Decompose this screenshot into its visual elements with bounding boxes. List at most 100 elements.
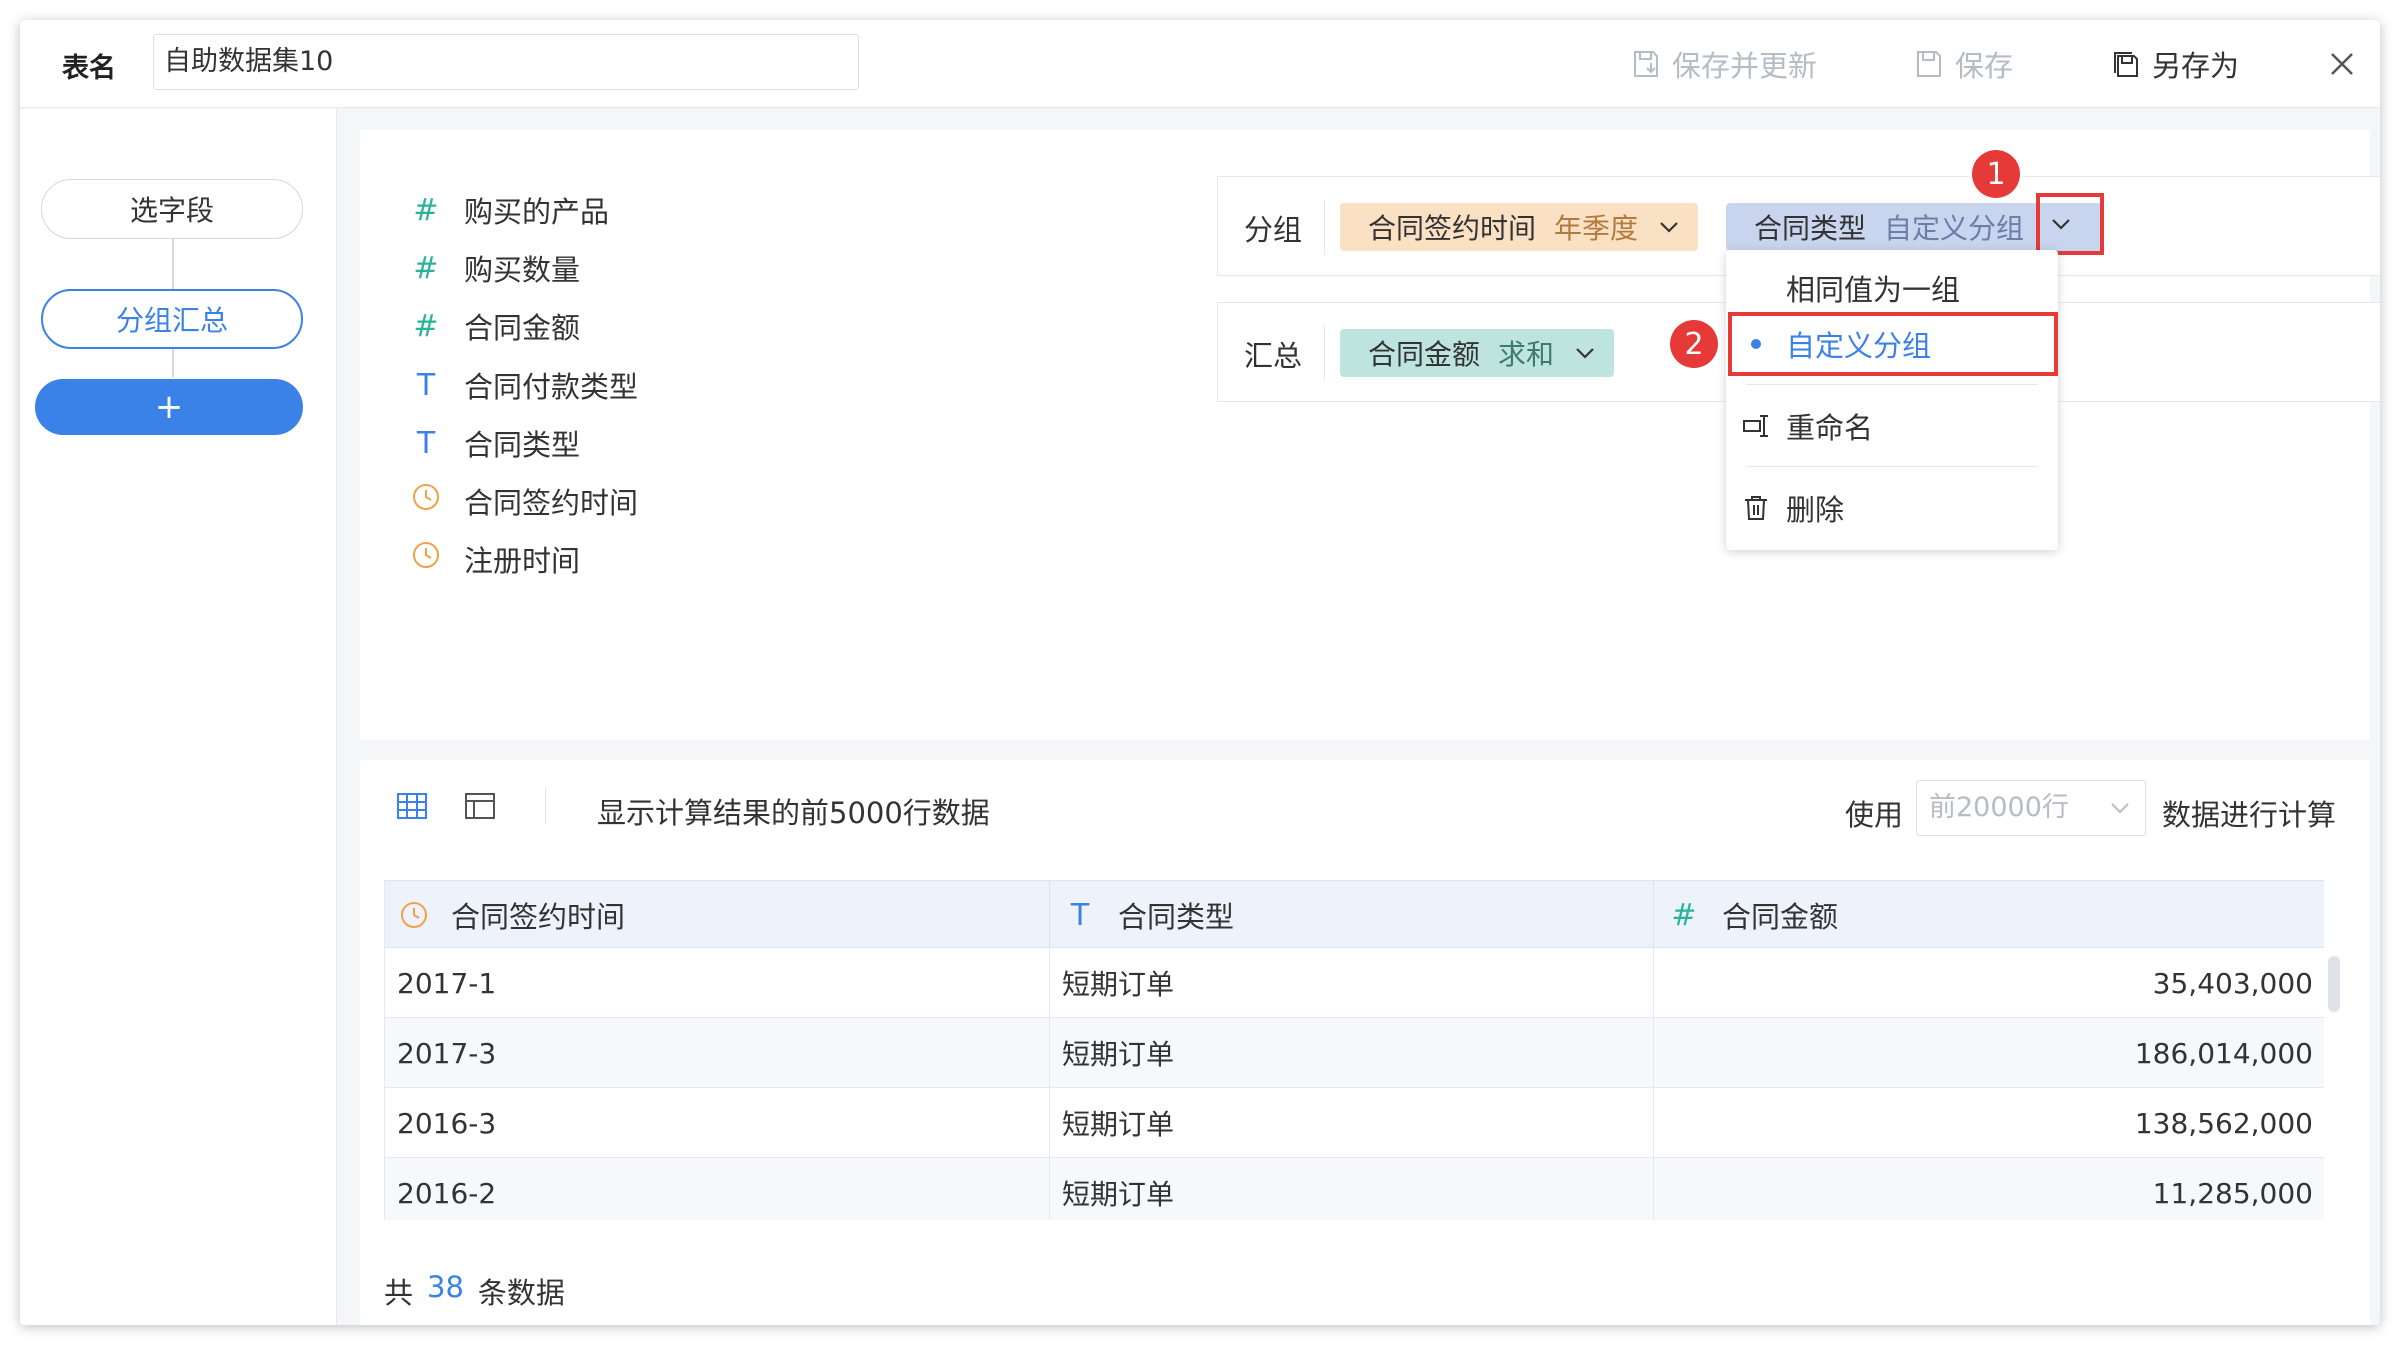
- zone-divider: [1324, 325, 1325, 381]
- field-name: 合同金额: [464, 311, 581, 345]
- clock-icon: [410, 482, 442, 520]
- number-field-icon: #: [1671, 897, 1697, 933]
- step-select-fields[interactable]: 选字段: [41, 179, 303, 239]
- clock-icon: [401, 902, 427, 928]
- table-row: 2016-3 短期订单 138,562,000: [385, 1088, 2324, 1158]
- column-header[interactable]: # 合同金额: [1654, 881, 2324, 949]
- field-name: 注册时间: [464, 544, 581, 578]
- save-as-button[interactable]: 另存为: [2110, 42, 2239, 86]
- text-field-icon: T: [416, 367, 436, 403]
- chevron-down-icon[interactable]: [1572, 340, 1598, 366]
- column-header-label: 合同类型: [1118, 900, 1235, 934]
- menu-item-delete[interactable]: 删除: [1726, 480, 2058, 536]
- table-cell: 短期订单: [1050, 1018, 1654, 1088]
- chip-name: 合同类型: [1754, 212, 1867, 245]
- header-bar: 表名 自助数据集10 保存并更新 保存 另存为: [20, 20, 2380, 108]
- field-item[interactable]: 合同签约时间: [410, 481, 638, 521]
- step-badge-2: 2: [1670, 320, 1718, 368]
- save-and-update-label: 保存并更新: [1672, 49, 1818, 83]
- chevron-down-icon[interactable]: [1656, 214, 1682, 240]
- menu-divider: [1746, 466, 2038, 467]
- field-item[interactable]: T 合同付款类型: [410, 365, 638, 405]
- menu-item-label: 删除: [1786, 493, 1845, 527]
- field-name: 合同签约时间: [464, 486, 639, 520]
- column-header[interactable]: T 合同类型: [1050, 881, 1654, 949]
- toolbar-divider: [545, 788, 546, 824]
- data-preview-panel: 显示计算结果的前5000行数据 使用 前20000行 数据进行计算 合同签约时间…: [360, 760, 2370, 1325]
- step-sidebar: 选字段 分组汇总 +: [20, 109, 337, 1325]
- row-limit-placeholder: 前20000行: [1929, 792, 2069, 823]
- zone-divider: [1324, 199, 1325, 255]
- text-field-icon: T: [416, 425, 436, 461]
- column-header-label: 合同金额: [1722, 900, 1839, 934]
- menu-item-same-value[interactable]: 相同值为一组: [1726, 260, 2058, 316]
- field-name: 合同付款类型: [464, 370, 639, 404]
- column-header-label: 合同签约时间: [451, 900, 626, 934]
- save-update-icon: [1634, 51, 1658, 77]
- step-group-summary[interactable]: 分组汇总: [41, 289, 303, 349]
- table-cell: 2017-3: [385, 1018, 1050, 1088]
- highlight-box-step1: [2036, 193, 2104, 255]
- grid-view-icon[interactable]: [394, 788, 430, 824]
- menu-divider: [1746, 384, 2038, 385]
- table-cell: 11,285,000: [2152, 1176, 2313, 1210]
- chip-name: 合同签约时间: [1368, 212, 1537, 245]
- field-item[interactable]: # 购买数量: [410, 248, 580, 288]
- table-cell: 短期订单: [1050, 948, 1654, 1018]
- highlight-box-step2: [1728, 312, 2058, 376]
- number-field-icon: #: [413, 192, 439, 228]
- table-cell: 35,403,000: [2152, 966, 2313, 1000]
- calc-suffix-label: 数据进行计算: [2162, 798, 2337, 832]
- row-count-summary: 共 38 条数据: [384, 1270, 565, 1312]
- menu-item-rename[interactable]: 重命名: [1726, 398, 2058, 454]
- preview-table: 合同签约时间 T 合同类型 # 合同金额 2017-1 短期订单 35,403,…: [384, 880, 2324, 1220]
- chevron-down-icon: [2111, 803, 2129, 814]
- field-item[interactable]: # 购买的产品: [410, 190, 609, 230]
- step-badge-1: 1: [1972, 150, 2020, 198]
- chip-sub: 求和: [1498, 338, 1555, 371]
- group-config-panel: # 购买的产品 # 购买数量 # 合同金额 T 合同付款类型 T 合同类型 合同…: [360, 130, 2380, 740]
- field-item[interactable]: 注册时间: [410, 539, 580, 579]
- trash-icon: [1726, 492, 1786, 524]
- table-cell: 2017-1: [385, 948, 1050, 1018]
- table-row: 2016-2 短期订单 11,285,000: [385, 1158, 2324, 1220]
- total-suffix: 条数据: [477, 1276, 565, 1310]
- close-icon[interactable]: [2322, 44, 2362, 84]
- save-icon: [1917, 51, 1941, 77]
- summary-chip-amount[interactable]: 合同金额 求和: [1340, 329, 1615, 377]
- table-cell: 短期订单: [1050, 1088, 1654, 1158]
- save-as-label: 另存为: [2152, 49, 2240, 83]
- table-name-label: 表名: [62, 53, 116, 84]
- table-cell: 186,014,000: [2134, 1036, 2313, 1070]
- rename-icon: [1726, 410, 1786, 442]
- number-field-icon: #: [413, 250, 439, 286]
- field-item[interactable]: T 合同类型: [410, 423, 580, 463]
- use-label: 使用: [1845, 798, 1904, 832]
- chip-sub: 自定义分组: [1884, 212, 2025, 245]
- column-header[interactable]: 合同签约时间: [385, 881, 1050, 949]
- save-as-icon: [2114, 52, 2138, 77]
- save-label: 保存: [1955, 49, 2014, 83]
- table-name-input[interactable]: 自助数据集10: [153, 34, 859, 90]
- table-scrollbar[interactable]: [2328, 956, 2340, 1012]
- save-and-update-button[interactable]: 保存并更新: [1630, 42, 1817, 86]
- row-limit-select[interactable]: 前20000行: [1916, 780, 2146, 836]
- table-cell: 138,562,000: [2134, 1106, 2313, 1140]
- self-service-dataset-window: 表名 自助数据集10 保存并更新 保存 另存为 选字段 分组汇总 + # 购买的…: [20, 20, 2380, 1325]
- text-field-icon: T: [1070, 897, 1090, 933]
- menu-item-label: 相同值为一组: [1786, 273, 1961, 307]
- clock-icon: [410, 540, 442, 578]
- menu-item-label: 重命名: [1786, 411, 1874, 445]
- number-field-icon: #: [413, 308, 439, 344]
- table-cell: 短期订单: [1050, 1158, 1654, 1220]
- chip-name: 合同金额: [1368, 338, 1481, 371]
- save-button[interactable]: 保存: [1913, 42, 2013, 86]
- summary-zone-label: 汇总: [1244, 339, 1303, 373]
- group-options-menu: 相同值为一组 自定义分组 重命名 删除: [1726, 250, 2058, 550]
- field-name: 合同类型: [464, 428, 581, 462]
- group-chip-sign-time[interactable]: 合同签约时间 年季度: [1340, 203, 1699, 251]
- layout-view-icon[interactable]: [462, 788, 498, 824]
- add-step-button[interactable]: +: [35, 379, 303, 435]
- field-item[interactable]: # 合同金额: [410, 306, 580, 346]
- total-prefix: 共: [384, 1276, 414, 1310]
